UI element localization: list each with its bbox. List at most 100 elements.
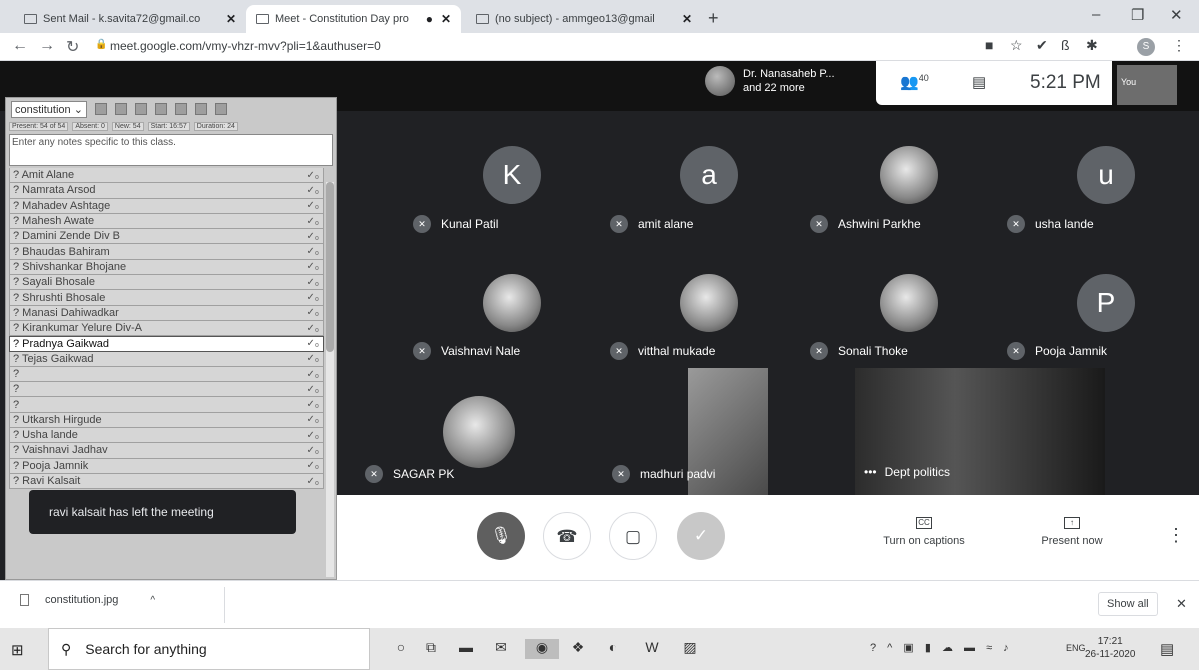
more-options-icon[interactable]: ⋮ — [1167, 525, 1185, 546]
leave-call-button[interactable]: ☎ — [543, 512, 591, 560]
status-mark-icon[interactable]: ✓₀ — [306, 430, 319, 441]
list-item[interactable]: ? Vaishnavi Jadhav ✓₀ — [9, 443, 324, 459]
check-extension-icon[interactable]: ✔ — [1036, 37, 1048, 54]
url-field[interactable]: meet.google.com/vmy-vhzr-mvv?pli=1&authu… — [110, 39, 381, 53]
close-icon[interactable]: ✕ — [1176, 596, 1187, 612]
list-item-selected[interactable]: ? Pradnya Gaikwad ✓₀ — [9, 336, 324, 352]
status-mark-icon[interactable]: ✓₀ — [306, 414, 319, 425]
close-icon[interactable]: ✕ — [226, 12, 236, 26]
star-icon[interactable]: ☆ — [1010, 37, 1023, 54]
tab-no-subject[interactable]: (no subject) - ammgeo13@gmail ✕ — [466, 5, 702, 33]
trash-icon[interactable] — [174, 103, 187, 115]
present-button[interactable]: ↑ Present now — [1027, 517, 1117, 547]
status-mark-icon[interactable]: ✓₀ — [306, 185, 319, 196]
mail-icon[interactable]: ✉ — [490, 639, 512, 659]
list-item[interactable]: ? ✓₀ — [9, 366, 324, 383]
status-mark-icon[interactable]: ✓₀ — [306, 307, 319, 318]
people-button[interactable]: 👥40 — [900, 73, 929, 91]
status-mark-icon[interactable]: ✓₀ — [306, 200, 319, 211]
list-item[interactable]: ? Shrushti Bhosale ✓₀ — [9, 290, 324, 306]
status-mark-icon[interactable]: ✓₀ — [306, 445, 319, 456]
list-item[interactable]: ? ✓₀ — [9, 397, 324, 413]
list-item[interactable]: ? Bhaudas Bahiram ✓₀ — [9, 244, 324, 260]
participant-tile[interactable]: a ✕ amit alane — [610, 146, 808, 270]
file-explorer-icon[interactable]: ▬ — [455, 639, 477, 659]
cortana-icon[interactable]: ○ — [390, 639, 412, 659]
status-mark-icon[interactable]: ✓₀ — [306, 460, 319, 471]
task-view-icon[interactable]: ⧉ — [420, 639, 442, 659]
export-icon[interactable] — [94, 103, 107, 115]
tab-meet[interactable]: Meet - Constitution Day pro ● ✕ — [246, 5, 461, 33]
list-item[interactable]: ? Mahesh Awate ✓₀ — [9, 213, 324, 230]
status-mark-icon[interactable]: ✓₀ — [306, 261, 319, 272]
back-icon[interactable]: ← — [12, 37, 28, 55]
avatar[interactable]: S — [1137, 38, 1155, 56]
class-select[interactable]: constitution ⌄ — [11, 100, 87, 118]
participant-tile[interactable]: K ✕ Kunal Patil — [413, 146, 611, 270]
status-mark-icon[interactable]: ✓₀ — [306, 353, 319, 364]
notes-field[interactable]: Enter any notes specific to this class. — [9, 134, 333, 166]
participant-tile[interactable]: ✕ Ashwini Parkhe — [810, 146, 1008, 270]
menu-icon[interactable]: ⋮ — [1172, 37, 1186, 54]
settings-icon[interactable] — [214, 103, 227, 115]
clock[interactable]: 17:21 26-11-2020 — [1085, 635, 1135, 661]
captions-button[interactable]: CC Turn on captions — [874, 517, 974, 547]
list-item[interactable]: ? Sayali Bhosale ✓₀ — [9, 275, 324, 291]
scroll-thumb[interactable] — [326, 182, 334, 352]
status-mark-icon[interactable]: ✓₀ — [306, 338, 319, 349]
camera-icon[interactable]: ■ — [985, 37, 993, 53]
more-icon[interactable]: ••• — [864, 465, 877, 479]
forward-icon[interactable]: → — [39, 37, 55, 55]
show-all-button[interactable]: Show all — [1098, 592, 1158, 616]
close-icon[interactable]: ✕ — [682, 12, 692, 26]
download-item[interactable]: constitution.jpg ^ — [20, 594, 155, 606]
status-mark-icon[interactable]: ✓₀ — [306, 170, 319, 181]
participant-tile[interactable]: u ✕ usha lande — [1007, 146, 1199, 270]
word-icon[interactable]: W — [637, 639, 667, 659]
status-mark-icon[interactable]: ✓₀ — [306, 323, 319, 334]
list-scrollbar[interactable] — [326, 182, 334, 577]
language-indicator[interactable]: ENG — [1066, 643, 1086, 653]
tab-sent-mail[interactable]: Sent Mail - k.savita72@gmail.co ✕ — [14, 5, 246, 33]
list-item[interactable]: ? Usha lande ✓₀ — [9, 428, 324, 444]
lock-icon[interactable]: 🔒 — [95, 39, 107, 50]
status-mark-icon[interactable]: ✓₀ — [306, 369, 319, 380]
status-mark-icon[interactable]: ✓₀ — [306, 277, 319, 288]
document-icon[interactable] — [134, 103, 147, 115]
list-item[interactable]: ? Manasi Dahiwadkar ✓₀ — [9, 305, 324, 321]
refresh-icon[interactable] — [114, 103, 127, 115]
status-mark-icon[interactable]: ✓₀ — [306, 216, 319, 227]
maximize-icon[interactable]: ❐ — [1131, 6, 1144, 24]
list-item[interactable]: ? Ravi Kalsait ✓₀ — [9, 473, 324, 490]
puzzle-icon[interactable]: ✱ — [1086, 37, 1098, 54]
extension-icon[interactable]: ß — [1061, 37, 1070, 53]
search-input[interactable]: ⚲ Search for anything — [48, 628, 370, 670]
reload-icon[interactable]: ↻ — [66, 37, 79, 57]
list-item[interactable]: ? Amit Alane ✓₀ — [9, 168, 324, 184]
close-icon[interactable]: ✕ — [441, 12, 451, 26]
edit-icon[interactable] — [154, 103, 167, 115]
status-mark-icon[interactable]: ✓₀ — [306, 384, 319, 395]
list-item[interactable]: ? Pooja Jamnik ✓₀ — [9, 458, 324, 474]
attendance-check-button[interactable]: ✓ — [677, 512, 725, 560]
mic-toggle-button[interactable]: 🎙 — [477, 512, 525, 560]
status-mark-icon[interactable]: ✓₀ — [306, 292, 319, 303]
list-item[interactable]: ? Namrata Arsod ✓₀ — [9, 183, 324, 199]
system-tray-icons[interactable]: ? ^ ▣ ▮ ☁ ▬ ≈ ♪ — [870, 641, 1013, 654]
status-mark-icon[interactable]: ✓₀ — [306, 231, 319, 242]
close-window-icon[interactable]: ✕ — [1170, 6, 1183, 24]
participant-tile[interactable]: ✕ Vaishnavi Nale — [413, 274, 611, 398]
presenter-chip[interactable]: Dr. Nanasaheb P... and 22 more — [705, 66, 835, 96]
camera-toggle-button[interactable]: ▢ — [609, 512, 657, 560]
list-item[interactable]: ? Tejas Gaikwad ✓₀ — [9, 351, 324, 367]
dropbox-icon[interactable]: ❖ — [567, 639, 589, 659]
windows-start-icon[interactable]: ⊞ — [11, 641, 24, 659]
status-mark-icon[interactable]: ✓₀ — [306, 399, 319, 410]
list-item[interactable]: ? Kirankumar Yelure Div-A ✓₀ — [9, 320, 324, 337]
self-view[interactable]: You — [1117, 65, 1177, 105]
notification-icon[interactable]: ▤ — [1160, 640, 1174, 658]
status-mark-icon[interactable]: ✓₀ — [306, 476, 319, 487]
table-icon[interactable] — [194, 103, 207, 115]
status-mark-icon[interactable]: ✓₀ — [306, 246, 319, 257]
chrome-icon[interactable]: ◉ — [525, 639, 559, 659]
